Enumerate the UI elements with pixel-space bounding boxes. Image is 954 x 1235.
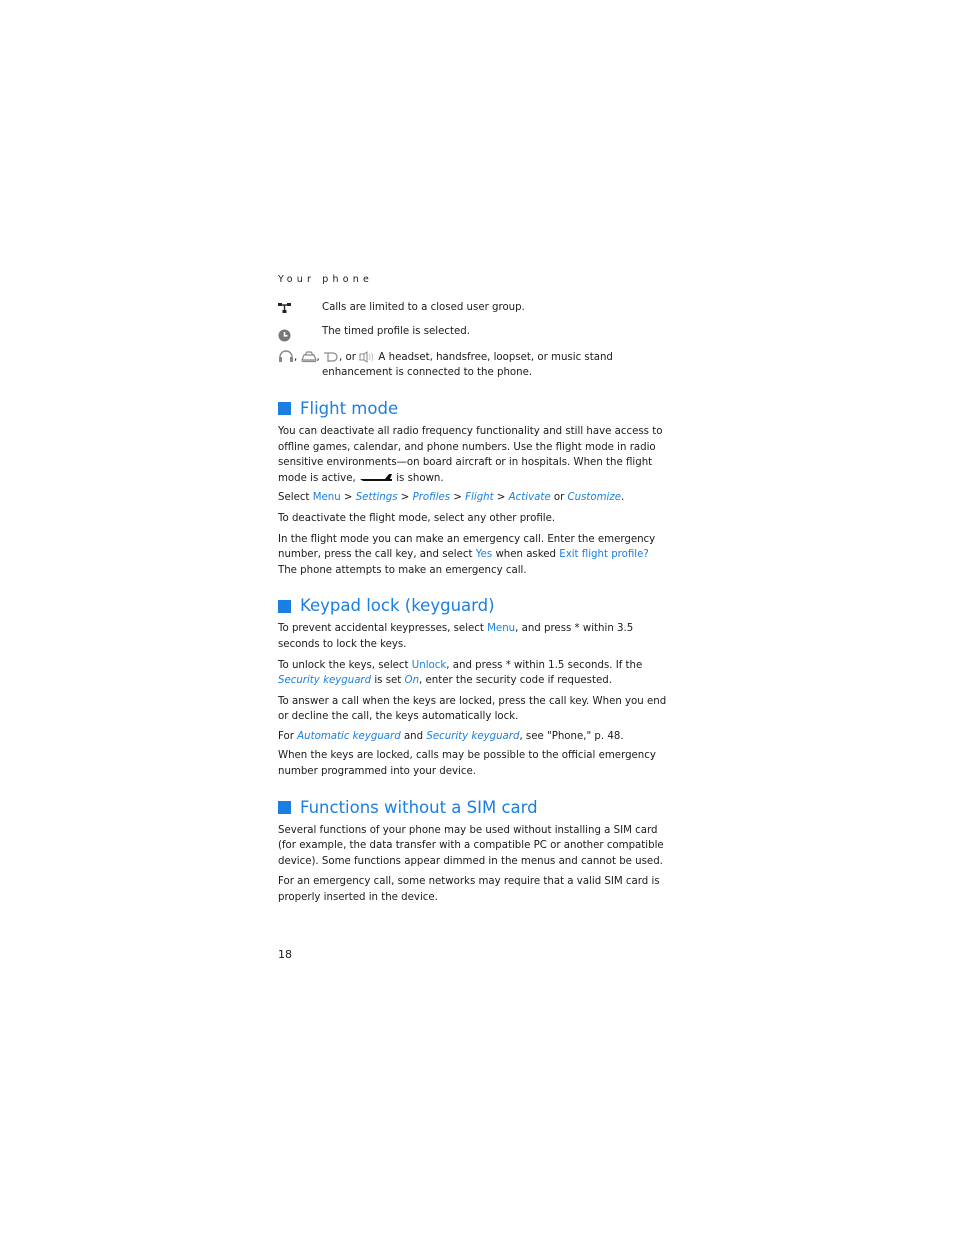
security-keyguard-link[interactable]: Security keyguard bbox=[278, 675, 371, 686]
heading-text: Keypad lock (keyguard) bbox=[300, 596, 495, 616]
loopset-icon bbox=[323, 352, 339, 363]
on-option[interactable]: On bbox=[405, 675, 419, 686]
exit-flight-profile-prompt: Exit flight profile? bbox=[559, 549, 649, 561]
section-heading-keypad-lock: Keypad lock (keyguard) bbox=[278, 596, 670, 616]
security-keyguard-link[interactable]: Security keyguard bbox=[426, 731, 519, 742]
heading-bullet-icon bbox=[278, 402, 291, 416]
running-head: Your phone bbox=[278, 274, 374, 285]
paragraph: You can deactivate all radio frequency f… bbox=[278, 425, 663, 484]
menu-link[interactable]: Menu bbox=[313, 492, 341, 503]
enhancement-text-line1: A headset, handsfree, loopset, or music … bbox=[378, 351, 613, 363]
section-heading-functions-without-sim: Functions without a SIM card bbox=[278, 798, 670, 818]
menu-link[interactable]: Menu bbox=[487, 623, 515, 634]
enhancement-row: , , , or A headset, handsfree, loopset, … bbox=[278, 350, 670, 381]
heading-bullet-icon bbox=[278, 599, 291, 613]
menu-path: Select Menu > Settings > Profiles > Flig… bbox=[278, 492, 625, 504]
heading-text: Flight mode bbox=[300, 398, 399, 418]
headset-icon bbox=[278, 350, 294, 363]
paragraph: To prevent accidental keypresses, select… bbox=[278, 623, 634, 650]
manual-page: Your phone Calls are limited to a closed… bbox=[278, 272, 670, 910]
activate-link[interactable]: Activate bbox=[509, 492, 551, 503]
separator: , bbox=[316, 351, 320, 363]
handsfree-icon bbox=[300, 351, 317, 363]
enhancement-text-line2: enhancement is connected to the phone. bbox=[322, 367, 533, 379]
paragraph: For an emergency call, some networks may… bbox=[278, 876, 660, 904]
paragraph: To deactivate the flight mode, select an… bbox=[278, 512, 556, 524]
settings-link[interactable]: Settings bbox=[356, 492, 398, 503]
indicator-row: Calls are limited to a closed user group… bbox=[278, 300, 670, 316]
paragraph: In the flight mode you can make an emerg… bbox=[278, 533, 656, 576]
yes-option[interactable]: Yes bbox=[476, 549, 492, 560]
paragraph: When the keys are locked, calls may be p… bbox=[278, 750, 656, 778]
music-stand-icon bbox=[359, 350, 375, 363]
indicator-text: The timed profile is selected. bbox=[322, 326, 470, 338]
airplane-icon bbox=[359, 473, 393, 484]
paragraph: To answer a call when the keys are locke… bbox=[278, 695, 667, 723]
separator: , bbox=[294, 351, 298, 363]
indicator-text: Calls are limited to a closed user group… bbox=[322, 301, 525, 313]
section-heading-flight-mode: Flight mode bbox=[278, 399, 670, 419]
page-number: 18 bbox=[278, 948, 292, 961]
paragraph: For Automatic keyguard and Security keyg… bbox=[278, 730, 624, 742]
separator: , or bbox=[339, 351, 356, 363]
paragraph: To unlock the keys, select Unlock, and p… bbox=[278, 659, 643, 687]
automatic-keyguard-link[interactable]: Automatic keyguard bbox=[297, 731, 401, 742]
indicator-row: The timed profile is selected. bbox=[278, 324, 670, 342]
flight-link[interactable]: Flight bbox=[465, 492, 493, 503]
paragraph: Several functions of your phone may be u… bbox=[278, 824, 664, 867]
timed-profile-icon bbox=[278, 325, 291, 342]
heading-text: Functions without a SIM card bbox=[300, 797, 538, 817]
closed-user-group-icon bbox=[278, 301, 292, 317]
profiles-link[interactable]: Profiles bbox=[413, 492, 451, 503]
customize-link[interactable]: Customize bbox=[568, 492, 621, 503]
heading-bullet-icon bbox=[278, 801, 291, 815]
unlock-option[interactable]: Unlock bbox=[412, 660, 446, 671]
